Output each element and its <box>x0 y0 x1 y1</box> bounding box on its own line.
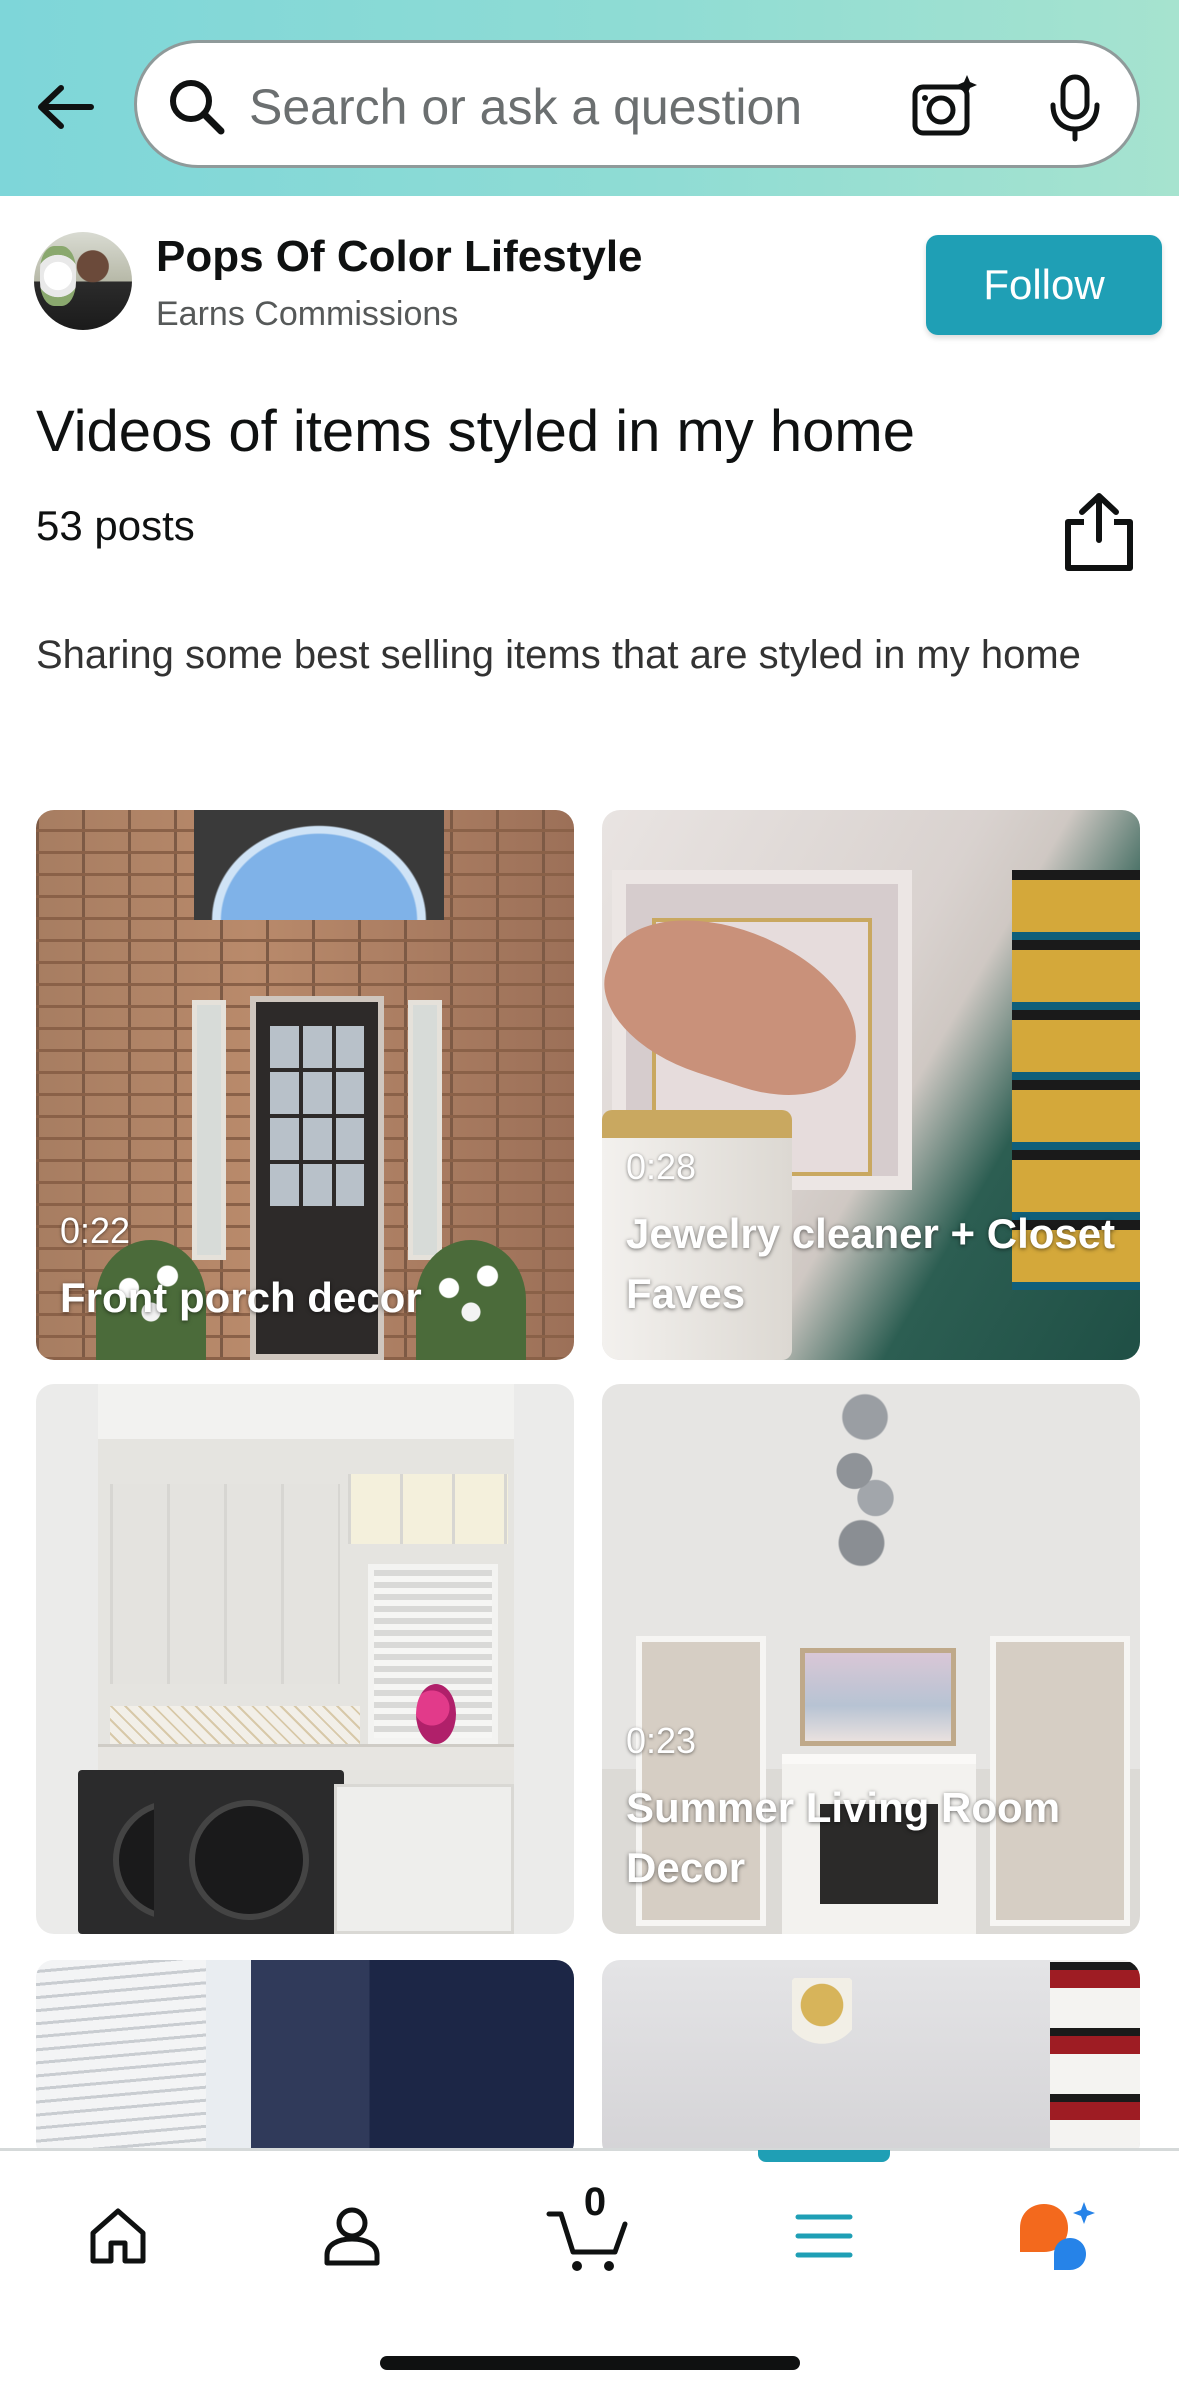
collection-description: Sharing some best selling items that are… <box>36 633 1081 677</box>
active-tab-indicator <box>758 2150 890 2162</box>
search-input[interactable]: Search or ask a question <box>249 77 802 137</box>
top-header: Search or ask a question <box>0 0 1179 196</box>
nav-cart[interactable]: 0 <box>538 2180 638 2286</box>
search-icon <box>170 80 225 135</box>
video-card[interactable]: 0:28 Jewelry cleaner + Closet Faves <box>602 810 1140 1360</box>
nav-home[interactable] <box>68 2186 168 2286</box>
back-button[interactable] <box>30 72 100 142</box>
account-icon <box>324 2207 380 2266</box>
creator-name[interactable]: Pops Of Color Lifestyle <box>156 232 643 282</box>
creator-subtitle: Earns Commissions <box>156 295 459 333</box>
nav-menu[interactable] <box>774 2186 874 2286</box>
video-card[interactable]: 0:23 Summer Living Room Decor <box>602 1384 1140 1934</box>
collection-title: Videos of items styled in my home <box>36 399 915 464</box>
video-caption: Front porch decor <box>60 1274 422 1321</box>
video-duration: 0:28 <box>626 1146 697 1187</box>
back-arrow-icon <box>38 85 94 129</box>
video-duration: 0:22 <box>60 1210 131 1251</box>
share-icon[interactable] <box>1060 490 1138 574</box>
home-indicator <box>380 2356 800 2370</box>
screen: Search or ask a question Pops Of Color L… <box>0 0 1179 2396</box>
rufus-icon <box>1020 2202 1095 2270</box>
video-caption: Jewelry cleaner + Closet Faves <box>626 1210 1116 1317</box>
cart-count: 0 <box>583 2180 607 2224</box>
follow-button[interactable]: Follow <box>926 235 1162 335</box>
video-card[interactable] <box>36 1960 574 2160</box>
nav-account[interactable] <box>302 2186 402 2286</box>
nav-rufus[interactable] <box>1006 2186 1106 2286</box>
camera-search-icon[interactable] <box>909 71 981 143</box>
video-card[interactable]: 0:22 Front porch decor <box>36 810 574 1360</box>
creator-avatar[interactable] <box>34 232 132 330</box>
microphone-icon[interactable] <box>1043 73 1107 143</box>
posts-count: 53 posts <box>36 502 195 549</box>
home-icon <box>90 2208 146 2264</box>
video-card[interactable] <box>36 1384 574 1934</box>
video-duration: 0:23 <box>626 1720 697 1761</box>
menu-icon <box>795 2214 853 2258</box>
video-card[interactable] <box>602 1960 1140 2160</box>
video-caption: Summer Living Room Decor <box>626 1784 1061 1891</box>
search-bar[interactable]: Search or ask a question <box>134 40 1140 168</box>
